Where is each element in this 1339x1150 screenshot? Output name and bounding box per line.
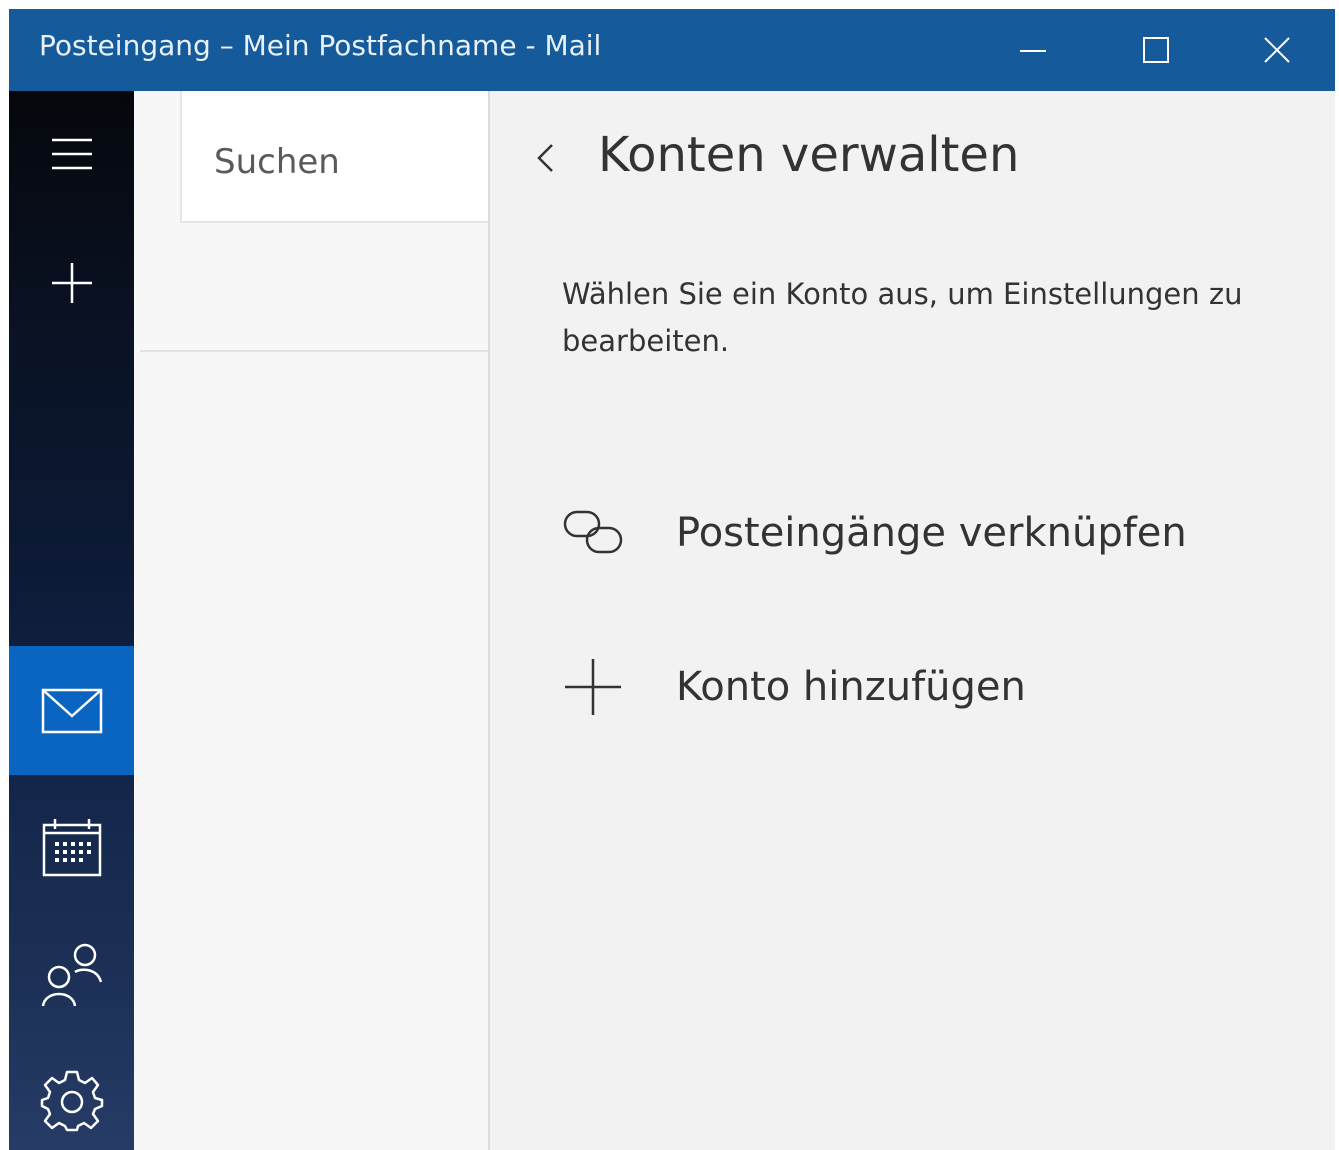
maximize-button[interactable]	[1096, 9, 1216, 91]
navigation-rail	[9, 91, 134, 1150]
people-icon	[41, 943, 102, 1006]
search-box	[180, 91, 488, 223]
hamburger-menu-icon	[51, 138, 92, 169]
minimize-icon	[1020, 50, 1046, 52]
link-inboxes-button[interactable]: Posteingänge verknüpfen	[562, 493, 1262, 573]
settings-nav-button[interactable]	[9, 1037, 134, 1150]
panel-title: Konten verwalten	[598, 127, 1020, 183]
calendar-nav-button[interactable]	[9, 785, 134, 910]
maximize-icon	[1143, 37, 1169, 63]
mail-icon	[41, 688, 102, 733]
manage-accounts-panel: Konten verwalten Wählen Sie ein Konto au…	[490, 91, 1335, 1150]
gear-icon	[40, 1070, 103, 1131]
message-list-pane	[134, 91, 490, 1150]
new-mail-plus-icon	[51, 262, 92, 303]
mail-nav-button[interactable]	[9, 646, 134, 775]
window-title: Posteingang – Mein Postfachname - Mail	[39, 29, 602, 62]
add-account-button[interactable]: Konto hinzufügen	[562, 647, 1262, 727]
list-divider	[140, 350, 488, 352]
panel-description: Wählen Sie ein Konto aus, um Einstellung…	[562, 277, 1243, 358]
link-icon	[562, 502, 624, 564]
add-account-label: Konto hinzufügen	[676, 664, 1026, 710]
new-mail-button[interactable]	[9, 220, 134, 345]
search-input[interactable]	[212, 131, 476, 193]
title-bar: Posteingang – Mein Postfachname - Mail	[9, 9, 1335, 91]
back-button[interactable]	[520, 133, 570, 183]
hamburger-menu-button[interactable]	[9, 91, 134, 216]
mail-window: Posteingang – Mein Postfachname - Mail S…	[9, 9, 1335, 1150]
plus-icon	[562, 656, 624, 718]
chevron-left-icon	[537, 144, 553, 172]
calendar-icon	[42, 818, 101, 876]
minimize-button[interactable]	[973, 9, 1093, 91]
people-nav-button[interactable]	[9, 912, 134, 1037]
link-inboxes-label: Posteingänge verknüpfen	[676, 510, 1187, 556]
close-icon	[1264, 37, 1290, 63]
close-button[interactable]	[1217, 9, 1335, 91]
